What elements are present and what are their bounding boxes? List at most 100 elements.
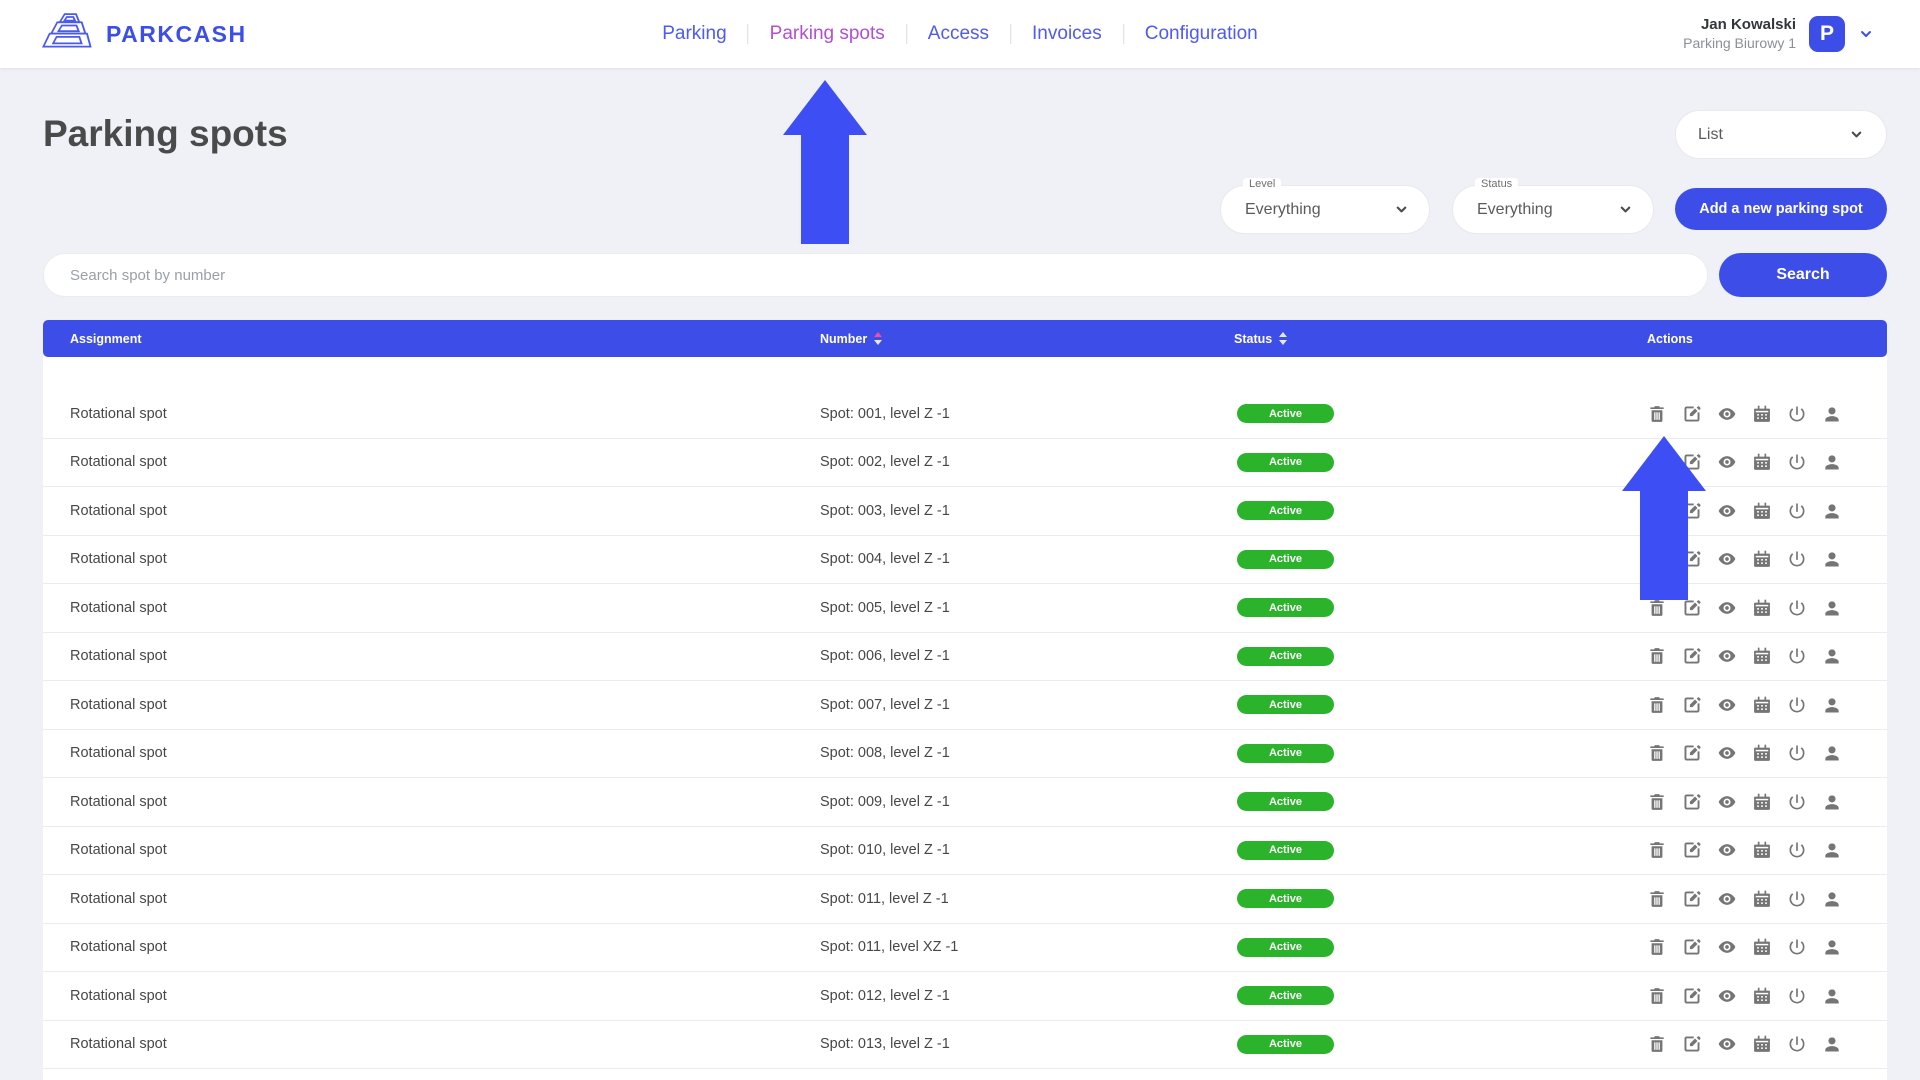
- edit-icon[interactable]: [1682, 1034, 1702, 1054]
- edit-icon[interactable]: [1682, 598, 1702, 618]
- edit-icon[interactable]: [1682, 695, 1702, 715]
- view-icon[interactable]: [1717, 549, 1737, 569]
- power-icon[interactable]: [1787, 695, 1807, 715]
- view-icon[interactable]: [1717, 937, 1737, 957]
- delete-icon[interactable]: [1647, 792, 1667, 812]
- power-icon[interactable]: [1787, 452, 1807, 472]
- edit-icon[interactable]: [1682, 549, 1702, 569]
- assign-user-icon[interactable]: [1822, 840, 1842, 860]
- nav-item-configuration[interactable]: Configuration: [1124, 23, 1279, 45]
- view-mode-select[interactable]: List: [1675, 110, 1887, 159]
- delete-icon[interactable]: [1647, 840, 1667, 860]
- view-icon[interactable]: [1717, 889, 1737, 909]
- power-icon[interactable]: [1787, 501, 1807, 521]
- delete-icon[interactable]: [1647, 404, 1667, 424]
- edit-icon[interactable]: [1682, 792, 1702, 812]
- calendar-icon[interactable]: [1752, 743, 1772, 763]
- assign-user-icon[interactable]: [1822, 501, 1842, 521]
- calendar-icon[interactable]: [1752, 695, 1772, 715]
- delete-icon[interactable]: [1647, 452, 1667, 472]
- edit-icon[interactable]: [1682, 937, 1702, 957]
- assign-user-icon[interactable]: [1822, 743, 1842, 763]
- calendar-icon[interactable]: [1752, 598, 1772, 618]
- view-icon[interactable]: [1717, 501, 1737, 521]
- calendar-icon[interactable]: [1752, 889, 1772, 909]
- assign-user-icon[interactable]: [1822, 986, 1842, 1006]
- power-icon[interactable]: [1787, 646, 1807, 666]
- chevron-down-icon[interactable]: [1858, 26, 1874, 42]
- delete-icon[interactable]: [1647, 1034, 1667, 1054]
- search-button[interactable]: Search: [1719, 253, 1887, 297]
- edit-icon[interactable]: [1682, 889, 1702, 909]
- edit-icon[interactable]: [1682, 840, 1702, 860]
- sort-number-icon[interactable]: [874, 332, 882, 345]
- power-icon[interactable]: [1787, 743, 1807, 763]
- view-icon[interactable]: [1717, 986, 1737, 1006]
- view-icon[interactable]: [1717, 743, 1737, 763]
- delete-icon[interactable]: [1647, 937, 1667, 957]
- edit-icon[interactable]: [1682, 452, 1702, 472]
- power-icon[interactable]: [1787, 549, 1807, 569]
- edit-icon[interactable]: [1682, 404, 1702, 424]
- power-icon[interactable]: [1787, 840, 1807, 860]
- edit-icon[interactable]: [1682, 986, 1702, 1006]
- calendar-icon[interactable]: [1752, 840, 1772, 860]
- nav-item-parking-spots[interactable]: Parking spots: [749, 23, 906, 45]
- assign-user-icon[interactable]: [1822, 452, 1842, 472]
- power-icon[interactable]: [1787, 404, 1807, 424]
- assign-user-icon[interactable]: [1822, 404, 1842, 424]
- view-icon[interactable]: [1717, 840, 1737, 860]
- delete-icon[interactable]: [1647, 598, 1667, 618]
- level-filter-select[interactable]: Level Everything: [1220, 185, 1430, 234]
- power-icon[interactable]: [1787, 986, 1807, 1006]
- delete-icon[interactable]: [1647, 646, 1667, 666]
- power-icon[interactable]: [1787, 937, 1807, 957]
- edit-icon[interactable]: [1682, 501, 1702, 521]
- nav-item-access[interactable]: Access: [907, 23, 1010, 45]
- edit-icon[interactable]: [1682, 743, 1702, 763]
- edit-icon[interactable]: [1682, 646, 1702, 666]
- calendar-icon[interactable]: [1752, 937, 1772, 957]
- calendar-icon[interactable]: [1752, 404, 1772, 424]
- calendar-icon[interactable]: [1752, 646, 1772, 666]
- power-icon[interactable]: [1787, 598, 1807, 618]
- assign-user-icon[interactable]: [1822, 695, 1842, 715]
- assign-user-icon[interactable]: [1822, 1034, 1842, 1054]
- add-parking-spot-button[interactable]: Add a new parking spot: [1675, 188, 1887, 230]
- assign-user-icon[interactable]: [1822, 549, 1842, 569]
- calendar-icon[interactable]: [1752, 792, 1772, 812]
- nav-item-parking[interactable]: Parking: [641, 23, 747, 45]
- assign-user-icon[interactable]: [1822, 646, 1842, 666]
- delete-icon[interactable]: [1647, 986, 1667, 1006]
- sort-status-icon[interactable]: [1279, 332, 1287, 345]
- delete-icon[interactable]: [1647, 549, 1667, 569]
- view-icon[interactable]: [1717, 646, 1737, 666]
- assign-user-icon[interactable]: [1822, 792, 1842, 812]
- assign-user-icon[interactable]: [1822, 889, 1842, 909]
- calendar-icon[interactable]: [1752, 549, 1772, 569]
- view-icon[interactable]: [1717, 1034, 1737, 1054]
- nav-item-invoices[interactable]: Invoices: [1011, 23, 1123, 45]
- power-icon[interactable]: [1787, 792, 1807, 812]
- avatar[interactable]: P: [1809, 16, 1845, 52]
- view-icon[interactable]: [1717, 695, 1737, 715]
- column-header-status[interactable]: Status: [1207, 332, 1620, 346]
- calendar-icon[interactable]: [1752, 501, 1772, 521]
- brand[interactable]: PARKCASH: [40, 0, 247, 68]
- view-icon[interactable]: [1717, 598, 1737, 618]
- assign-user-icon[interactable]: [1822, 598, 1842, 618]
- power-icon[interactable]: [1787, 1034, 1807, 1054]
- view-icon[interactable]: [1717, 792, 1737, 812]
- delete-icon[interactable]: [1647, 889, 1667, 909]
- view-icon[interactable]: [1717, 452, 1737, 472]
- delete-icon[interactable]: [1647, 695, 1667, 715]
- calendar-icon[interactable]: [1752, 1034, 1772, 1054]
- delete-icon[interactable]: [1647, 743, 1667, 763]
- assign-user-icon[interactable]: [1822, 937, 1842, 957]
- column-header-number[interactable]: Number: [793, 332, 1207, 346]
- view-icon[interactable]: [1717, 404, 1737, 424]
- delete-icon[interactable]: [1647, 501, 1667, 521]
- power-icon[interactable]: [1787, 889, 1807, 909]
- calendar-icon[interactable]: [1752, 452, 1772, 472]
- status-filter-select[interactable]: Status Everything: [1452, 185, 1654, 234]
